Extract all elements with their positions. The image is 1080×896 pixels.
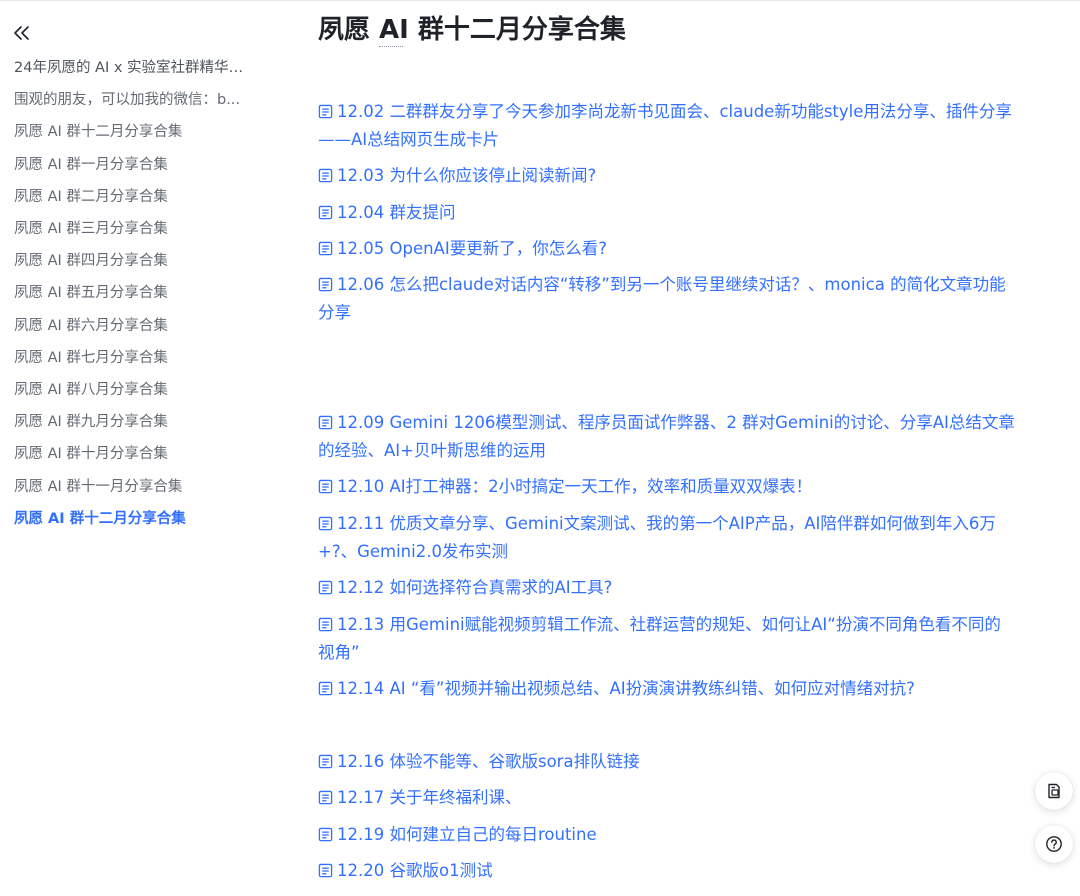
sidebar-item-may[interactable]: 夙愿 AI 群五月分享合集 bbox=[14, 277, 276, 309]
sidebar-item-dec-2023[interactable]: 夙愿 AI 群十二月分享合集 bbox=[14, 116, 276, 148]
document-outline-icon bbox=[1048, 783, 1060, 799]
sidebar-item-aug[interactable]: 夙愿 AI 群八月分享合集 bbox=[14, 374, 276, 406]
page-title: 夙愿 AI 群十二月分享合集 bbox=[318, 15, 626, 45]
sidebar-item-label: 夙愿 AI 群二月分享合集 bbox=[14, 188, 168, 205]
sidebar-item-label: 围观的朋友，可以加我的微信：b... bbox=[14, 92, 241, 109]
document-icon bbox=[318, 863, 333, 878]
entry-text: 12.05 OpenAI要更新了，你怎么看? bbox=[337, 239, 607, 258]
sidebar-item-dec-active[interactable]: 夙愿 AI 群十二月分享合集 bbox=[14, 503, 276, 535]
document-icon bbox=[318, 277, 333, 292]
document-icon bbox=[318, 104, 333, 119]
sidebar-item-label: 夙愿 AI 群三月分享合集 bbox=[14, 221, 168, 238]
sidebar-item-label: 夙愿 AI 群九月分享合集 bbox=[14, 414, 168, 431]
document-icon bbox=[318, 681, 333, 696]
sidebar-item-jan[interactable]: 夙愿 AI 群一月分享合集 bbox=[14, 149, 276, 181]
entry-link-1206[interactable]: 12.06 怎么把claude对话内容“转移”到另一个账号里继续对话？、moni… bbox=[318, 271, 1030, 327]
entry-text-continued: +?、Gemini2.0发布实测 bbox=[318, 542, 508, 561]
sidebar-item-jun[interactable]: 夙愿 AI 群六月分享合集 bbox=[14, 310, 276, 342]
entry-link-1213[interactable]: 12.13 用Gemini赋能视频剪辑工作流、社群运营的规矩、如何让AI“扮演不… bbox=[318, 611, 1030, 667]
entry-text-continued: 视角” bbox=[318, 643, 360, 662]
entry-text: 12.02 二群群友分享了今天参加李尚龙新书见面会、claude新功能style… bbox=[337, 102, 1012, 121]
document-icon bbox=[318, 827, 333, 842]
sidebar-item-label: 夙愿 AI 群四月分享合集 bbox=[14, 253, 168, 270]
sidebar-item-label: 夙愿 AI 群一月分享合集 bbox=[14, 156, 168, 173]
entry-link-1204[interactable]: 12.04 群友提问 bbox=[318, 199, 1030, 227]
sidebar-item-apr[interactable]: 夙愿 AI 群四月分享合集 bbox=[14, 245, 276, 277]
sidebar-item-label: 夙愿 AI 群十月分享合集 bbox=[14, 446, 168, 463]
entry-text-continued: 的经验、AI+贝叶斯思维的运用 bbox=[318, 441, 546, 460]
document-outline-button[interactable] bbox=[1035, 772, 1073, 810]
entry-link-1209[interactable]: 12.09 Gemini 1206模型测试、程序员面试作弊器、2 群对Gemin… bbox=[318, 409, 1030, 465]
sidebar-item-label: 夙愿 AI 群十二月分享合集 bbox=[14, 124, 183, 141]
entry-link-1205[interactable]: 12.05 OpenAI要更新了，你怎么看? bbox=[318, 235, 1030, 263]
entry-text-continued: ——AI总结网页生成卡片 bbox=[318, 130, 500, 149]
entry-text: 12.20 谷歌版o1测试 bbox=[337, 861, 493, 880]
entry-link-1214[interactable]: 12.14 AI “看”视频并输出视频总结、AI扮演演讲教练纠错、如何应对情绪对… bbox=[318, 675, 1030, 703]
entry-text: 12.13 用Gemini赋能视频剪辑工作流、社群运营的规矩、如何让AI“扮演不… bbox=[337, 615, 1001, 634]
sidebar-item-nov[interactable]: 夙愿 AI 群十一月分享合集 bbox=[14, 470, 276, 502]
sidebar-item-jul[interactable]: 夙愿 AI 群七月分享合集 bbox=[14, 342, 276, 374]
entry-text: 12.10 AI打工神器：2小时搞定一天工作，效率和质量双双爆表！ bbox=[337, 477, 813, 496]
entry-link-1212[interactable]: 12.12 如何选择符合真需求的AI工具? bbox=[318, 574, 1030, 602]
entry-text: 12.16 体验不能等、谷歌版sora排队链接 bbox=[337, 752, 640, 771]
help-button[interactable] bbox=[1035, 825, 1073, 863]
entry-text-continued: 分享 bbox=[318, 303, 351, 322]
sidebar-item-label: 夙愿 AI 群七月分享合集 bbox=[14, 349, 168, 366]
document-icon bbox=[318, 479, 333, 494]
entry-link-1220[interactable]: 12.20 谷歌版o1测试 bbox=[318, 857, 1030, 885]
sidebar-item-wechat[interactable]: 围观的朋友，可以加我的微信：b... bbox=[14, 84, 276, 116]
sidebar-item-label: 夙愿 AI 群六月分享合集 bbox=[14, 317, 168, 334]
entry-link-1219[interactable]: 12.19 如何建立自己的每日routine bbox=[318, 821, 1030, 849]
document-icon bbox=[318, 241, 333, 256]
sidebar: 24年夙愿的 AI x 实验室社群精华汇总 围观的朋友，可以加我的微信：b...… bbox=[0, 0, 290, 896]
sidebar-item-label: 夙愿 AI 群五月分享合集 bbox=[14, 285, 168, 302]
sidebar-item-summary[interactable]: 24年夙愿的 AI x 实验室社群精华汇总 bbox=[14, 52, 276, 84]
document-icon bbox=[318, 580, 333, 595]
sidebar-item-label: 夙愿 AI 群八月分享合集 bbox=[14, 381, 168, 398]
entry-text: 12.14 AI “看”视频并输出视频总结、AI扮演演讲教练纠错、如何应对情绪对… bbox=[337, 679, 915, 698]
entry-text: 12.06 怎么把claude对话内容“转移”到另一个账号里继续对话？、moni… bbox=[337, 275, 1006, 294]
entry-link-1217[interactable]: 12.17 关于年终福利课、 bbox=[318, 784, 1030, 812]
entry-text: 12.12 如何选择符合真需求的AI工具? bbox=[337, 578, 613, 597]
sidebar-item-label: 夙愿 AI 群十一月分享合集 bbox=[14, 478, 183, 495]
entry-text: 12.17 关于年终福利课、 bbox=[337, 788, 522, 807]
entry-link-1210[interactable]: 12.10 AI打工神器：2小时搞定一天工作，效率和质量双双爆表！ bbox=[318, 473, 1030, 501]
document-icon bbox=[318, 790, 333, 805]
entry-text: 12.19 如何建立自己的每日routine bbox=[337, 825, 597, 844]
document-icon bbox=[318, 617, 333, 632]
sidebar-list: 24年夙愿的 AI x 实验室社群精华汇总 围观的朋友，可以加我的微信：b...… bbox=[14, 52, 276, 535]
document-icon bbox=[318, 516, 333, 531]
document-icon bbox=[318, 205, 333, 220]
sidebar-item-feb[interactable]: 夙愿 AI 群二月分享合集 bbox=[14, 181, 276, 213]
entry-text: 12.03 为什么你应该停止阅读新闻? bbox=[337, 166, 597, 185]
double-chevron-left-icon[interactable] bbox=[11, 23, 33, 43]
entry-link-1203[interactable]: 12.03 为什么你应该停止阅读新闻? bbox=[318, 162, 1030, 190]
sidebar-item-mar[interactable]: 夙愿 AI 群三月分享合集 bbox=[14, 213, 276, 245]
document-icon bbox=[318, 415, 333, 430]
entry-link-1216[interactable]: 12.16 体验不能等、谷歌版sora排队链接 bbox=[318, 748, 1030, 776]
title-comment-underline bbox=[379, 46, 403, 47]
entry-text: 12.11 优质文章分享、Gemini文案测试、我的第一个AIP产品，AI陪伴群… bbox=[337, 514, 996, 533]
sidebar-item-sep[interactable]: 夙愿 AI 群九月分享合集 bbox=[14, 406, 276, 438]
entry-text: 12.04 群友提问 bbox=[337, 203, 456, 222]
document-icon bbox=[318, 168, 333, 183]
help-icon bbox=[1046, 836, 1062, 852]
sidebar-item-oct[interactable]: 夙愿 AI 群十月分享合集 bbox=[14, 438, 276, 470]
entry-link-1211[interactable]: 12.11 优质文章分享、Gemini文案测试、我的第一个AIP产品，AI陪伴群… bbox=[318, 510, 1030, 566]
entry-link-1202[interactable]: 12.02 二群群友分享了今天参加李尚龙新书见面会、claude新功能style… bbox=[318, 98, 1030, 154]
sidebar-item-label: 夙愿 AI 群十二月分享合集 bbox=[14, 510, 186, 527]
entry-text: 12.09 Gemini 1206模型测试、程序员面试作弊器、2 群对Gemin… bbox=[337, 413, 1015, 432]
sidebar-item-label: 24年夙愿的 AI x 实验室社群精华汇总 bbox=[14, 60, 250, 77]
document-icon bbox=[318, 754, 333, 769]
